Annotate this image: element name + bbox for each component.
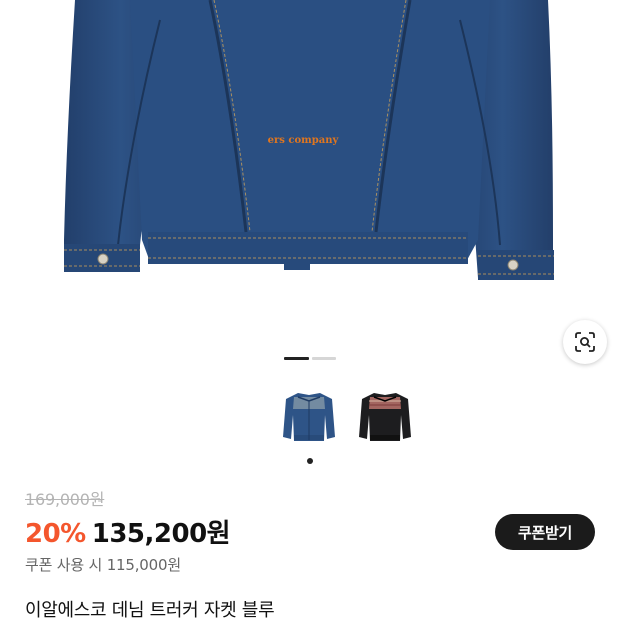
coupon-price-info: 쿠폰 사용 시 115,000원	[25, 556, 181, 574]
gallery-indicator-active	[284, 357, 309, 360]
denim-jacket-back-image: ers company	[64, 0, 554, 280]
gallery-indicator-inactive	[312, 357, 336, 360]
image-search-button[interactable]	[563, 320, 607, 364]
thumbnail-black[interactable]	[352, 385, 418, 451]
thumbnail-blue[interactable]	[276, 385, 342, 451]
discount-rate: 20%	[25, 519, 86, 549]
price-row: 20% 135,200원	[25, 513, 231, 550]
thumbnail-selected-dot	[307, 458, 313, 464]
product-image[interactable]: ers company	[0, 0, 620, 345]
thumbnail-black-jacket-image	[359, 393, 411, 441]
original-price: 169,000원	[25, 490, 105, 509]
product-name: 이알에스코 데님 트러커 자켓 블루	[25, 600, 275, 621]
sale-price: 135,200원	[91, 519, 231, 549]
brand-print: ers company	[268, 135, 340, 146]
thumbnail-blue-jacket-image	[283, 393, 335, 441]
get-coupon-button[interactable]: 쿠폰받기	[495, 514, 595, 550]
lens-search-icon	[575, 332, 595, 352]
